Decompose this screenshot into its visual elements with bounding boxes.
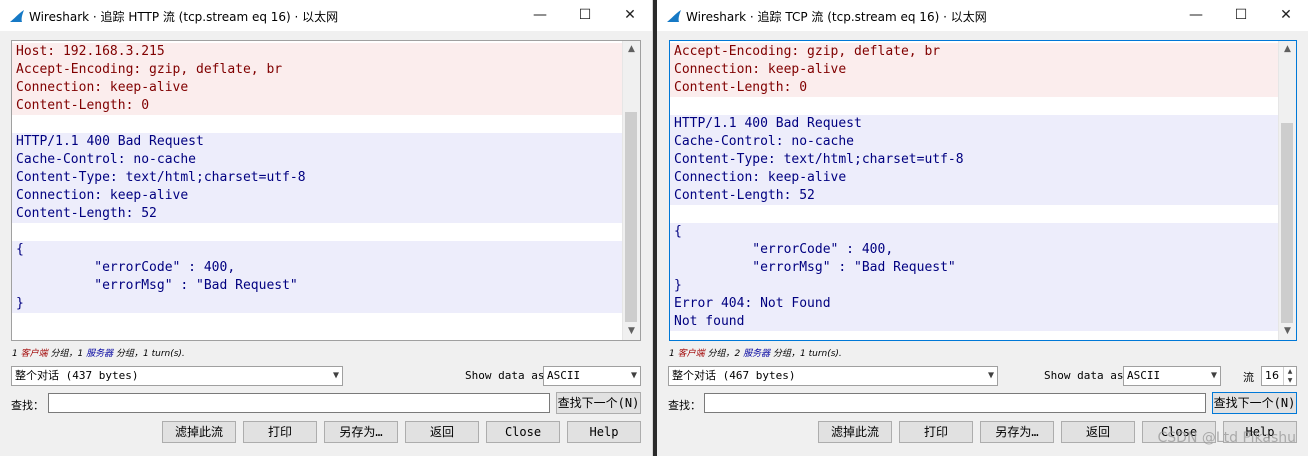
scroll-up-icon[interactable]: ▲ [1279,41,1296,58]
follow-tcp-stream-window: Wireshark · 追踪 TCP 流 (tcp.stream eq 16) … [657,0,1308,456]
stream-content-view[interactable]: Host: 192.168.3.215 Accept-Encoding: gzip… [11,40,641,341]
client-line: Connection: keep-alive [12,79,623,97]
window-title: Wireshark · 追踪 TCP 流 (tcp.stream eq 16) … [686,10,987,24]
server-line: { [670,223,1279,241]
chevron-down-icon: ▼ [332,370,339,381]
stream-content-view[interactable]: Accept-Encoding: gzip, deflate, br Connec… [669,40,1297,341]
print-button[interactable]: 打印 [243,421,317,443]
client-line: Accept-Encoding: gzip, deflate, br [670,43,1279,61]
client-line: Connection: keep-alive [670,61,1279,79]
wireshark-fin-icon [667,10,681,22]
server-line: "errorCode" : 400, [670,241,1279,259]
stream-label: 流 [1243,371,1254,384]
server-line: Content-Length: 52 [12,205,623,223]
packet-stats: 1 客户端 分组，2 服务器 分组，1 turn(s). [669,349,842,359]
packet-stats: 1 客户端 分组，1 服务器 分组，1 turn(s). [12,349,185,359]
wireshark-fin-icon [10,10,24,22]
server-line: Connection: keep-alive [670,169,1279,187]
scroll-down-icon[interactable]: ▼ [623,323,640,340]
server-line: } [670,277,1279,295]
scroll-thumb[interactable] [1281,123,1293,323]
client-label: 客户端 [677,349,705,359]
find-input[interactable] [704,393,1206,413]
server-line: Cache-Control: no-cache [12,151,623,169]
follow-http-stream-window: Wireshark · 追踪 HTTP 流 (tcp.stream eq 16)… [0,0,653,456]
print-button[interactable]: 打印 [899,421,973,443]
vertical-scrollbar[interactable]: ▲ ▼ [1278,41,1296,340]
server-line: "errorCode" : 400, [12,259,623,277]
server-line: Error 404: Not Found [670,295,1279,313]
minimize-icon[interactable]: — [529,5,551,25]
maximize-icon[interactable]: ☐ [1230,5,1252,25]
help-button[interactable]: Help [567,421,641,443]
server-line: HTTP/1.1 400 Bad Request [670,115,1279,133]
title-bar[interactable]: Wireshark · 追踪 TCP 流 (tcp.stream eq 16) … [657,0,1308,31]
back-button[interactable]: 返回 [1061,421,1135,443]
close-button[interactable]: Close [486,421,560,443]
spinner-arrows-icon[interactable]: ▲ ▼ [1283,367,1296,385]
show-data-as-label: Show data as [465,369,545,382]
client-line: Content-Length: 0 [670,79,1279,97]
vertical-scrollbar[interactable]: ▲ ▼ [622,41,640,340]
minimize-icon[interactable]: — [1185,5,1207,25]
find-input[interactable] [48,393,550,413]
client-line: Host: 192.168.3.215 [12,43,623,61]
filter-out-stream-button[interactable]: 滤掉此流 [162,421,236,443]
stream-text: Accept-Encoding: gzip, deflate, br Connec… [670,43,1279,331]
client-line: Accept-Encoding: gzip, deflate, br [12,61,623,79]
server-line: Content-Length: 52 [670,187,1279,205]
show-data-as-select[interactable]: ASCII ▼ [543,366,641,386]
conversation-select[interactable]: 整个对话 (467 bytes) ▼ [668,366,998,386]
server-line: Content-Type: text/html;charset=utf-8 [12,169,623,187]
maximize-icon[interactable]: ☐ [574,5,596,25]
close-icon[interactable]: ✕ [1275,5,1297,25]
conversation-select[interactable]: 整个对话 (437 bytes) ▼ [11,366,343,386]
find-next-button[interactable]: 查找下一个(N) [556,392,641,414]
server-line: Connection: keep-alive [12,187,623,205]
filter-out-stream-button[interactable]: 滤掉此流 [818,421,892,443]
show-data-as-label: Show data as [1044,369,1124,382]
scroll-up-icon[interactable]: ▲ [623,41,640,58]
scroll-thumb[interactable] [625,112,637,322]
server-label: 服务器 [86,349,114,359]
server-line: Content-Type: text/html;charset=utf-8 [670,151,1279,169]
show-data-as-select[interactable]: ASCII ▼ [1123,366,1221,386]
chevron-down-icon: ▼ [987,370,994,381]
window-title: Wireshark · 追踪 HTTP 流 (tcp.stream eq 16)… [29,10,339,24]
save-as-button[interactable]: 另存为… [324,421,398,443]
watermark: CSDN @Ltd Pikashu [1157,430,1297,446]
stream-text: Host: 192.168.3.215 Accept-Encoding: gzip… [12,43,623,313]
back-button[interactable]: 返回 [405,421,479,443]
chevron-down-icon: ▼ [1210,370,1217,381]
server-line: "errorMsg" : "Bad Request" [12,277,623,295]
client-line: Content-Length: 0 [12,97,623,115]
save-as-button[interactable]: 另存为… [980,421,1054,443]
server-line: } [12,295,623,313]
title-bar[interactable]: Wireshark · 追踪 HTTP 流 (tcp.stream eq 16)… [0,0,652,31]
scroll-down-icon[interactable]: ▼ [1279,323,1296,340]
stream-number-spinner[interactable]: 16 ▲ ▼ [1261,366,1297,386]
client-label: 客户端 [20,349,48,359]
server-label: 服务器 [743,349,771,359]
find-label: 查找： [11,399,44,412]
find-next-button[interactable]: 查找下一个(N) [1212,392,1297,414]
server-line: Cache-Control: no-cache [670,133,1279,151]
chevron-down-icon: ▼ [630,370,637,381]
find-label: 查找： [668,399,701,412]
server-line: HTTP/1.1 400 Bad Request [12,133,623,151]
server-line: { [12,241,623,259]
server-line: Not found [670,313,1279,331]
close-icon[interactable]: ✕ [619,5,641,25]
server-line: "errorMsg" : "Bad Request" [670,259,1279,277]
